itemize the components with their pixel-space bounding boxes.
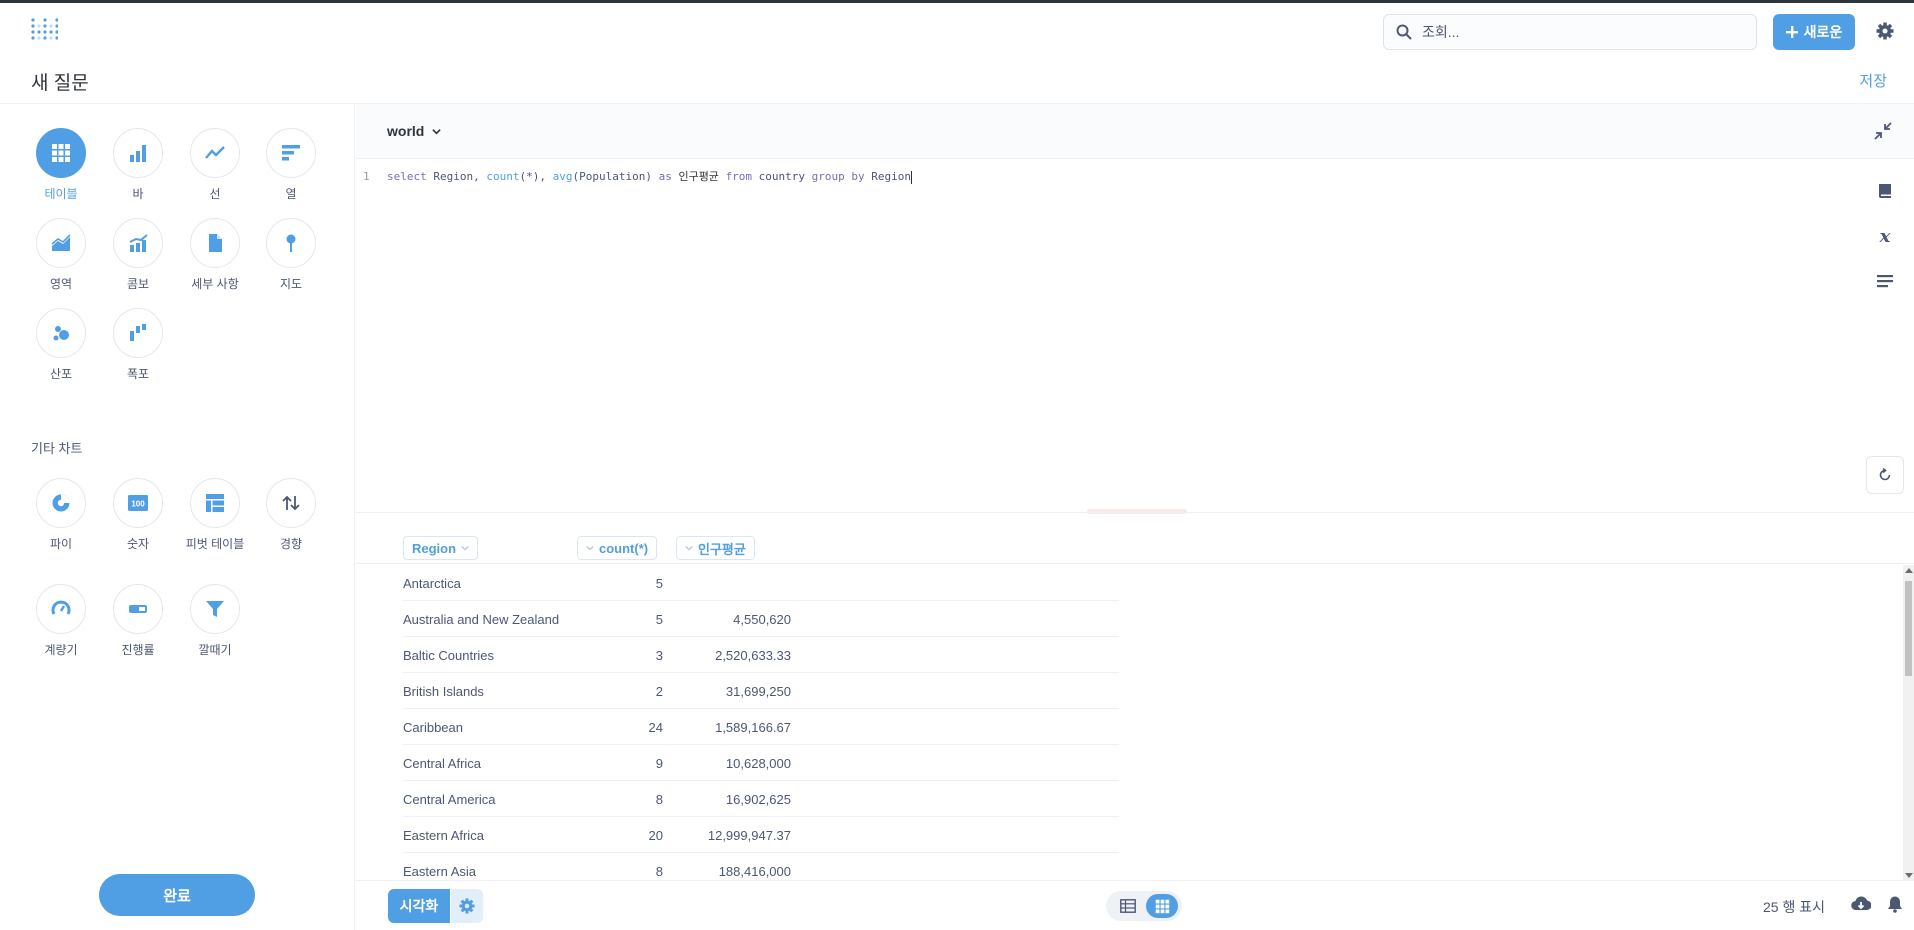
chevron-down-icon	[461, 545, 469, 551]
chart-option-map[interactable]: 지도	[258, 218, 324, 291]
raw-table-toggle[interactable]	[1114, 896, 1142, 916]
new-button-label: 새로운	[1803, 24, 1843, 40]
refresh-icon	[1879, 468, 1891, 481]
question-header: 새 질문 저장	[0, 58, 1914, 104]
download-icon[interactable]	[1851, 895, 1871, 913]
collapse-icon[interactable]	[1874, 122, 1892, 140]
run-query-button[interactable]	[1866, 456, 1904, 494]
chart-option-detail[interactable]: 세부 사항	[182, 218, 248, 291]
table-view-icon	[1120, 899, 1136, 913]
chart-option-gauge[interactable]: 계량기	[28, 584, 94, 657]
other-charts-title: 기타 차트	[31, 441, 83, 456]
chart-option-funnel[interactable]: 깔때기	[182, 584, 248, 657]
chart-option-scatter[interactable]: 산포	[28, 308, 94, 381]
data-reference-icon[interactable]	[1876, 182, 1894, 200]
table-row: Central Africa 9 10,628,000	[403, 745, 1119, 781]
chart-option-combo[interactable]: 콤보	[105, 218, 171, 291]
pivot-icon	[206, 494, 224, 512]
metabase-logo-icon[interactable]	[30, 17, 58, 45]
top-nav-bar: 새로운	[0, 0, 1914, 58]
combo-chart-icon	[129, 234, 148, 252]
search-input[interactable]	[1422, 21, 1742, 43]
table-row: Antarctica 5	[403, 565, 1119, 601]
results-table: Region count(*) 인구평균 Antarctica 5 Austra…	[356, 512, 1914, 881]
pie-icon	[52, 494, 70, 512]
table-row: Australia and New Zealand 5 4,550,620	[403, 601, 1119, 637]
grid-view-icon	[1155, 899, 1169, 913]
chart-option-pie[interactable]: 파이	[28, 478, 94, 551]
table-row: Eastern Africa 20 12,999,947.37	[403, 817, 1119, 853]
text-cursor	[911, 170, 913, 184]
sql-editor-panel: world 1 select Region, count(*), avg(Pop…	[356, 104, 1914, 512]
row-chart-icon	[282, 145, 300, 161]
sql-code-line[interactable]: 1 select Region, count(*), avg(Populatio…	[356, 168, 1836, 186]
waterfall-icon	[130, 324, 146, 341]
progress-icon	[129, 605, 147, 613]
row-count: 25 행 표시	[1763, 899, 1825, 915]
results-footer: 시각화 25 행 표시	[356, 880, 1914, 930]
new-button[interactable]: 새로운	[1773, 14, 1855, 50]
chart-option-progress[interactable]: 진행률	[105, 584, 171, 657]
variables-icon[interactable]: x	[1876, 227, 1894, 245]
column-header-count[interactable]: count(*)	[577, 536, 658, 560]
scroll-down-icon[interactable]	[1905, 873, 1913, 878]
chart-option-waterfall[interactable]: 폭포	[105, 308, 171, 381]
table-row: Caribbean 24 1,589,166.67	[403, 709, 1119, 745]
database-name: world	[387, 123, 425, 139]
pin-icon	[286, 234, 296, 252]
chart-option-area[interactable]: 영역	[28, 218, 94, 291]
table-row: Central America 8 16,902,625	[403, 781, 1119, 817]
chart-option-row[interactable]: 열	[258, 128, 324, 201]
table-row: Baltic Countries 3 2,520,633.33	[403, 637, 1119, 673]
save-button[interactable]: 저장	[1859, 70, 1887, 91]
sql-query-text[interactable]: select Region, count(*), avg(Population)…	[387, 168, 913, 186]
scatter-icon	[53, 326, 69, 341]
snippets-icon[interactable]	[1876, 272, 1894, 290]
svg-text:100: 100	[131, 500, 145, 509]
document-icon	[209, 234, 222, 252]
chevron-down-icon	[685, 545, 693, 551]
chart-option-pivot[interactable]: 피벗 테이블	[182, 478, 248, 551]
gear-icon[interactable]	[1876, 22, 1894, 40]
chart-type-sidebar: 테이블 바 선 열 영역 콤보 세부 사항 지도 산포 폭포 기타 차트 파이	[0, 104, 355, 930]
scrollbar-thumb[interactable]	[1905, 581, 1912, 676]
database-selector[interactable]: world	[387, 123, 442, 139]
svg-text:x: x	[1879, 227, 1891, 245]
table-scrollbar[interactable]	[1903, 565, 1914, 881]
chart-option-bar[interactable]: 바	[105, 128, 171, 201]
done-button[interactable]: 완료	[99, 874, 255, 916]
chevron-down-icon	[586, 545, 594, 551]
funnel-icon	[206, 601, 224, 617]
trend-icon	[282, 495, 300, 511]
chart-option-line[interactable]: 선	[182, 128, 248, 201]
scroll-up-icon[interactable]	[1905, 568, 1913, 573]
table-row: British Islands 2 31,699,250	[403, 673, 1119, 709]
line-chart-icon	[205, 146, 225, 159]
page-title: 새 질문	[31, 73, 89, 94]
table-icon	[52, 144, 70, 162]
visualization-settings-button[interactable]	[451, 889, 483, 923]
gear-icon	[459, 898, 475, 914]
search-box[interactable]	[1383, 14, 1757, 50]
table-header-row: Region count(*) 인구평균	[356, 513, 1914, 564]
bar-chart-icon	[130, 145, 146, 162]
chart-option-number[interactable]: 100 숫자	[105, 478, 171, 551]
view-toggle	[1106, 891, 1182, 921]
editor-header: world	[356, 104, 1914, 159]
column-header-region[interactable]: Region	[403, 536, 479, 560]
number-100-icon: 100	[128, 495, 148, 511]
chevron-down-icon	[432, 128, 442, 134]
chart-option-trend[interactable]: 경향	[258, 478, 324, 551]
plus-icon	[1785, 26, 1798, 38]
column-header-avg-population[interactable]: 인구평균	[676, 536, 755, 560]
area-chart-icon	[51, 234, 71, 251]
visualization-toggle[interactable]	[1146, 894, 1178, 918]
search-icon	[1396, 24, 1412, 40]
visualize-button[interactable]: 시각화	[388, 889, 450, 923]
gauge-icon	[51, 600, 71, 615]
bell-icon[interactable]	[1886, 895, 1904, 913]
chart-option-table[interactable]: 테이블	[28, 128, 94, 201]
line-number: 1	[363, 170, 370, 183]
